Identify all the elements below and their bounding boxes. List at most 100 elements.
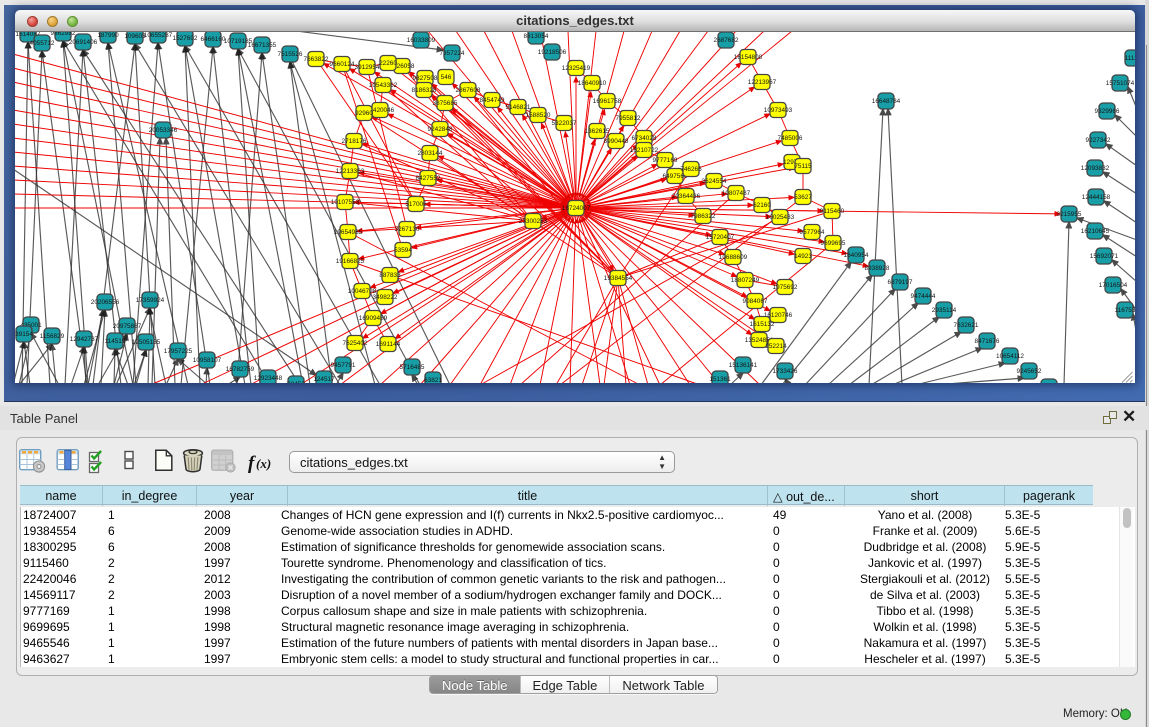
svg-text:17016504: 17016504 [1099, 282, 1128, 289]
svg-text:15751074: 15751074 [1106, 80, 1135, 87]
svg-text:8990448: 8990448 [604, 138, 629, 145]
svg-text:7632621: 7632621 [954, 322, 979, 329]
svg-text:9699695: 9699695 [821, 240, 846, 247]
svg-text:3875685: 3875685 [433, 100, 458, 107]
svg-text:9777169: 9777169 [653, 157, 678, 164]
svg-text:23300233: 23300233 [519, 218, 548, 225]
svg-text:4055712: 4055712 [30, 40, 55, 47]
svg-text:546: 546 [441, 74, 452, 81]
svg-text:10807487: 10807487 [722, 190, 751, 197]
svg-text:53594: 53594 [394, 247, 412, 254]
svg-text:63821: 63821 [424, 377, 442, 383]
svg-text:20975867: 20975867 [113, 323, 142, 330]
svg-text:9242848: 9242848 [428, 126, 453, 133]
svg-text:16210645: 16210645 [1081, 228, 1110, 235]
svg-text:1975692: 1975692 [773, 284, 798, 291]
svg-text:1527602: 1527602 [173, 35, 198, 42]
svg-text:187990: 187990 [97, 32, 119, 39]
svg-text:10025433: 10025433 [766, 214, 795, 221]
svg-text:2867608: 2867608 [456, 87, 481, 94]
svg-text:16671355: 16671355 [248, 42, 277, 49]
svg-text:7955812: 7955812 [616, 115, 641, 122]
svg-text:9146821: 9146821 [506, 104, 531, 111]
svg-text:9084067: 9084067 [743, 298, 768, 305]
svg-text:3498222: 3498222 [373, 294, 398, 301]
svg-text:8813054: 8813054 [524, 33, 549, 40]
svg-text:20206556: 20206556 [91, 299, 120, 306]
svg-text:6466160: 6466160 [201, 36, 226, 43]
svg-text:92960: 92960 [355, 110, 373, 117]
svg-text:10107553: 10107553 [331, 199, 360, 206]
svg-text:12213967: 12213967 [748, 79, 777, 86]
svg-text:19384554: 19384554 [604, 275, 633, 282]
svg-text:12444158: 12444158 [1082, 194, 1111, 201]
svg-text:9660124: 9660124 [330, 61, 355, 68]
svg-text:18724007: 18724007 [562, 205, 591, 212]
svg-text:252214: 252214 [765, 343, 787, 350]
svg-text:114519: 114519 [105, 338, 126, 345]
svg-text:1362615: 1362615 [585, 128, 610, 135]
svg-text:9115460: 9115460 [820, 208, 845, 215]
svg-text:8471676: 8471676 [975, 338, 1000, 345]
svg-text:1156829: 1156829 [40, 333, 65, 340]
svg-text:887833: 887833 [379, 272, 401, 279]
svg-text:8186328: 8186328 [412, 87, 437, 94]
svg-text:2718176: 2718176 [342, 138, 367, 145]
svg-text:20364436: 20364436 [672, 193, 701, 200]
svg-text:8427552: 8427552 [416, 175, 441, 182]
svg-text:(x): (x) [256, 456, 271, 471]
svg-text:15136141: 15136141 [729, 362, 758, 369]
svg-text:12093832: 12093832 [1081, 165, 1110, 172]
svg-text:16210722: 16210722 [630, 147, 659, 154]
svg-text:7485006: 7485006 [778, 135, 803, 142]
svg-text:9227342: 9227342 [1086, 137, 1111, 144]
svg-text:2687682: 2687682 [714, 37, 739, 44]
svg-text:10655287: 10655287 [144, 32, 173, 39]
svg-text:75115: 75115 [794, 163, 812, 170]
svg-text:7357224: 7357224 [440, 50, 465, 57]
svg-text:7515526: 7515526 [278, 51, 303, 58]
svg-text:9327508: 9327508 [413, 75, 438, 82]
svg-text:517006: 517006 [405, 201, 427, 208]
svg-text:12213363: 12213363 [336, 168, 365, 175]
svg-text:12505135: 12505135 [132, 339, 161, 346]
svg-text:16154808: 16154808 [734, 54, 763, 61]
svg-text:19166825: 19166825 [336, 258, 365, 265]
svg-text:2803144: 2803144 [418, 150, 443, 157]
svg-text:2935114: 2935114 [932, 307, 957, 314]
svg-text:20691406: 20691406 [69, 39, 98, 46]
svg-text:9474444: 9474444 [911, 293, 936, 300]
svg-text:92450: 92450 [287, 381, 305, 383]
svg-text:9329966: 9329966 [1095, 108, 1120, 115]
svg-text:18640910: 18640910 [578, 80, 607, 87]
svg-text:9457791: 9457791 [331, 362, 356, 369]
svg-text:10688609: 10688609 [719, 254, 748, 261]
svg-text:151361: 151361 [709, 376, 731, 383]
svg-text:f: f [248, 453, 256, 474]
svg-text:16648784: 16648784 [872, 98, 901, 105]
svg-text:19654985: 19654985 [334, 229, 363, 236]
svg-text:9245652: 9245652 [1017, 368, 1042, 375]
svg-text:7625402: 7625402 [343, 340, 368, 347]
svg-text:1640954: 1640954 [844, 252, 869, 259]
svg-text:11123: 11123 [1125, 55, 1135, 62]
svg-text:3912954: 3912954 [355, 64, 380, 71]
svg-text:1733426: 1733426 [773, 368, 798, 375]
svg-text:6879197: 6879197 [888, 279, 913, 286]
svg-text:1615132: 1615132 [750, 321, 775, 328]
svg-text:16909489: 16909489 [359, 315, 388, 322]
svg-text:20053346: 20053346 [149, 127, 178, 134]
svg-text:10973493: 10973493 [764, 107, 793, 114]
svg-text:116753: 116753 [1115, 307, 1135, 314]
svg-text:9862982: 9862982 [51, 32, 76, 37]
svg-text:10958107: 10958107 [193, 357, 222, 364]
svg-text:7986322: 7986322 [691, 213, 716, 220]
svg-text:9577964: 9577964 [800, 229, 825, 236]
svg-text:746266: 746266 [680, 166, 702, 173]
svg-text:62160: 62160 [753, 202, 771, 209]
svg-text:15692071: 15692071 [1090, 253, 1119, 260]
svg-text:14923: 14923 [794, 253, 812, 260]
svg-text:12325419: 12325419 [562, 65, 591, 72]
svg-text:17359924: 17359924 [136, 297, 165, 304]
svg-text:8938928: 8938928 [865, 265, 890, 272]
